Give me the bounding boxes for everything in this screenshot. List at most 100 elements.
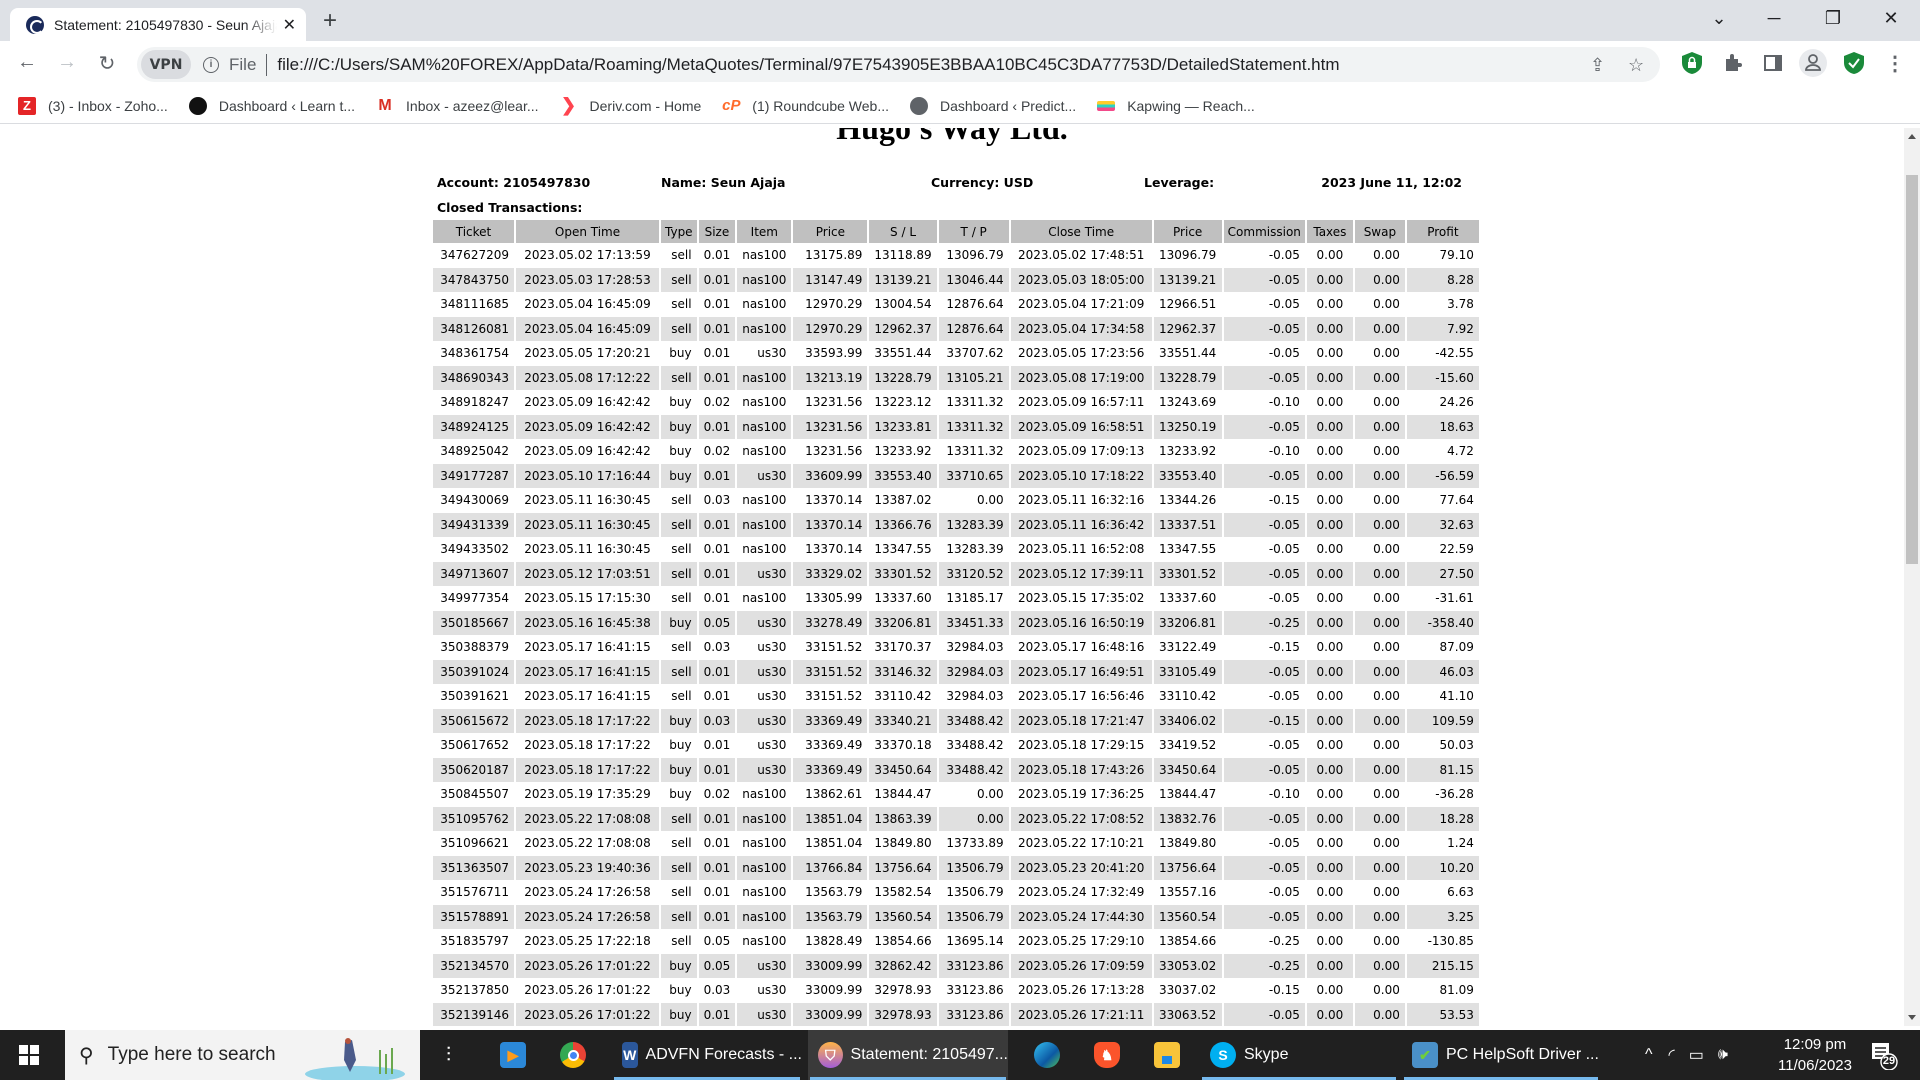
cell-profit: -130.85 — [1405, 929, 1481, 954]
cell-take-profit: 33707.62 — [937, 341, 1011, 366]
table-row: 351576711 2023.05.24 17:26:58 sell 0.01 nas1… — [433, 880, 1481, 905]
cell-stop-loss: 13844.47 — [868, 782, 939, 807]
taskbar-browser-statement[interactable]: ⛉ Statement: 2105497... — [808, 1030, 1008, 1080]
vertical-scrollbar[interactable] — [1904, 128, 1920, 1026]
zoho-icon: Z — [18, 96, 36, 115]
cell-taxes: 0.00 — [1305, 831, 1355, 856]
vpn-shield-lock-icon[interactable] — [1681, 51, 1703, 75]
cell-close-time: 2023.05.24 17:32:49 — [1009, 880, 1154, 905]
cell-type: buy — [660, 463, 699, 488]
cell-close-time: 2023.05.18 17:29:15 — [1009, 733, 1154, 758]
extensions-puzzle-icon[interactable] — [1722, 51, 1744, 75]
bookmark-roundcube[interactable]: cP (1) Roundcube Web... — [722, 97, 889, 115]
tab-title: Statement: 2105497830 - Seun Ajaja — [54, 16, 277, 33]
tab-statement[interactable]: Statement: 2105497830 - Seun Ajaja ✕ — [10, 8, 306, 41]
cell-take-profit: 13311.32 — [937, 439, 1011, 464]
volume-icon[interactable]: 🕪 — [1718, 1046, 1728, 1064]
share-icon[interactable]: ⇪ — [1590, 55, 1605, 76]
bookmark-kapwing[interactable]: Kapwing — Reach... — [1097, 98, 1255, 114]
taskbar-app-label: PC HelpSoft Driver ... — [1446, 1046, 1599, 1063]
statement-datetime: 2023 June 11, 12:02 — [1321, 175, 1462, 190]
column-header: Taxes — [1305, 220, 1355, 243]
reload-button[interactable]: ↻ — [92, 51, 122, 76]
cell-take-profit: 13096.79 — [937, 243, 1011, 268]
cell-taxes: 0.00 — [1305, 267, 1355, 292]
site-info-icon[interactable]: i — [203, 56, 219, 73]
taskbar-edge[interactable] — [1024, 1030, 1068, 1080]
minimize-button[interactable]: ─ — [1754, 8, 1794, 29]
cell-open-time: 2023.05.15 17:15:30 — [515, 586, 661, 611]
cell-ticket: 351363507 — [433, 855, 516, 880]
cell-commission: -0.05 — [1222, 267, 1307, 292]
taskbar-brave[interactable]: ♞ — [1084, 1030, 1128, 1080]
cell-item: nas100 — [736, 880, 794, 905]
bookmark-star-icon[interactable]: ☆ — [1628, 55, 1644, 76]
close-tab-icon[interactable]: ✕ — [283, 15, 296, 35]
table-header-row: Ticket Open Time Type Size Item Price S / LT /… — [433, 220, 1481, 243]
scrollbar-thumb[interactable] — [1906, 175, 1918, 564]
scroll-down-arrow-icon[interactable] — [1908, 1015, 1916, 1020]
cell-type: sell — [660, 831, 699, 856]
bookmark-zoho-inbox[interactable]: Z (3) - Inbox - Zoho... — [18, 96, 168, 115]
bookmark-dashboard-learn[interactable]: Dashboard ‹ Learn t... — [188, 96, 355, 115]
taskbar-clock[interactable]: 12:09 pm 11/06/2023 — [1765, 1034, 1865, 1076]
taskbar-pc-helpsoft[interactable]: ✔ PC HelpSoft Driver ... — [1402, 1030, 1600, 1080]
show-hidden-icons-chevron-icon[interactable]: ^ — [1645, 1046, 1653, 1064]
cell-close-time: 2023.05.26 17:21:11 — [1009, 1002, 1154, 1026]
cell-close-time: 2023.05.24 17:44:30 — [1009, 904, 1154, 929]
taskbar-media-player[interactable]: ▶ — [490, 1030, 534, 1080]
cell-ticket: 350620187 — [433, 757, 516, 782]
bookmark-deriv-home[interactable]: ❯ Deriv.com - Home — [560, 95, 701, 115]
browser-menu-icon[interactable]: ⋮ — [1880, 51, 1910, 76]
cell-item: us30 — [736, 733, 794, 758]
scroll-up-arrow-icon[interactable] — [1908, 134, 1916, 139]
cell-type: buy — [660, 782, 699, 807]
url-text[interactable]: file:///C:/Users/SAM%20FOREX/AppData/Roa… — [277, 55, 1339, 75]
cell-open-time: 2023.05.09 16:42:42 — [515, 390, 661, 415]
bookmark-label: Dashboard ‹ Predict... — [940, 97, 1077, 114]
taskbar-file-explorer[interactable] — [1144, 1030, 1188, 1080]
cell-swap: 0.00 — [1353, 537, 1407, 562]
bookmark-label: Kapwing — Reach... — [1127, 97, 1255, 114]
action-center-button[interactable]: 29 — [1868, 1040, 1898, 1071]
cell-profit: 18.28 — [1405, 806, 1481, 831]
new-tab-button[interactable]: + — [323, 7, 337, 35]
address-bar[interactable]: VPN i File file:///C:/Users/SAM%20FOREX/… — [137, 47, 1660, 82]
side-panel-icon[interactable] — [1762, 51, 1784, 75]
security-check-shield-icon[interactable] — [1843, 51, 1865, 75]
account-number: Account: 2105497830 — [437, 175, 591, 190]
windows-logo-icon — [19, 1045, 39, 1065]
cell-take-profit: 33123.86 — [937, 1002, 1011, 1026]
cell-size: 0.03 — [697, 488, 738, 513]
taskbar-search-box[interactable]: ⚲ Type here to search — [65, 1030, 420, 1080]
tab-search-chevron-icon[interactable]: ⌄ — [1699, 8, 1739, 29]
account-leverage: Leverage: — [1144, 175, 1215, 190]
battery-icon[interactable]: ▭ — [1689, 1045, 1704, 1065]
taskbar-word-advfn[interactable]: W ADVFN Forecasts - ... — [612, 1030, 802, 1080]
table-row: 350615672 2023.05.18 17:17:22 buy 0.03 us30 3… — [433, 708, 1481, 733]
vpn-button[interactable]: VPN — [141, 50, 191, 79]
wifi-icon[interactable]: ◜ — [1669, 1045, 1675, 1065]
cell-item: us30 — [736, 635, 794, 660]
table-row: 350617652 2023.05.18 17:17:22 buy 0.01 us30 3… — [433, 733, 1481, 758]
close-window-button[interactable]: ✕ — [1871, 8, 1911, 29]
cell-commission: -0.05 — [1222, 414, 1307, 439]
task-view-button[interactable]: ⫶ — [440, 1030, 451, 1080]
cell-ticket: 352137850 — [433, 978, 516, 1003]
table-row: 347627209 2023.05.02 17:13:59 sell 0.01 nas1… — [433, 243, 1481, 268]
cell-open-time: 2023.05.17 16:41:15 — [515, 684, 661, 709]
bookmark-dashboard-predict[interactable]: Dashboard ‹ Predict... — [910, 96, 1077, 115]
profile-avatar-icon[interactable] — [1799, 49, 1827, 77]
restore-button[interactable]: ❐ — [1813, 8, 1853, 29]
cell-size: 0.01 — [697, 537, 738, 562]
cell-size: 0.03 — [697, 708, 738, 733]
cell-item: us30 — [736, 659, 794, 684]
cell-swap: 0.00 — [1353, 904, 1407, 929]
start-button[interactable] — [0, 1030, 58, 1080]
forward-button[interactable]: → — [52, 51, 82, 74]
cell-stop-loss: 13582.54 — [868, 880, 939, 905]
back-button[interactable]: ← — [12, 51, 42, 74]
taskbar-chrome[interactable] — [550, 1030, 594, 1080]
taskbar-skype[interactable]: S Skype — [1200, 1030, 1398, 1080]
bookmark-gmail-inbox[interactable]: M Inbox - azeez@lear... — [376, 97, 538, 115]
